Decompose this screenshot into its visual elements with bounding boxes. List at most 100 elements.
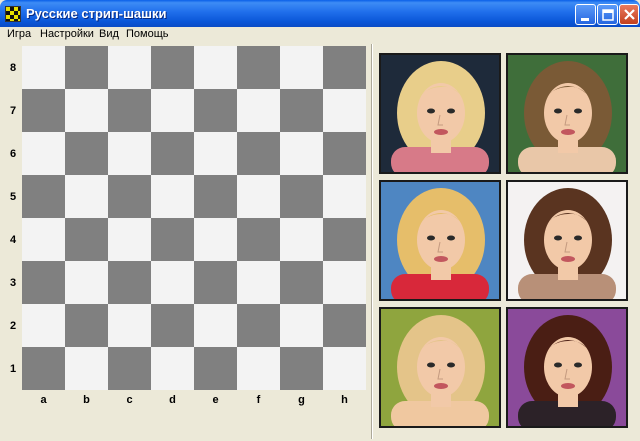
square-d5[interactable] bbox=[151, 175, 194, 218]
menu-game[interactable]: Игра bbox=[7, 28, 31, 40]
close-icon bbox=[624, 9, 635, 20]
square-a4[interactable] bbox=[22, 218, 65, 261]
square-e1[interactable] bbox=[194, 347, 237, 390]
square-g4[interactable] bbox=[280, 218, 323, 261]
square-a2[interactable] bbox=[22, 304, 65, 347]
file-label: b bbox=[83, 394, 90, 406]
square-f1[interactable] bbox=[237, 347, 280, 390]
panel-divider bbox=[371, 44, 373, 439]
square-a5[interactable] bbox=[22, 175, 65, 218]
rank-label: 1 bbox=[9, 363, 17, 375]
square-f5[interactable] bbox=[237, 175, 280, 218]
square-e2[interactable] bbox=[194, 304, 237, 347]
portrait-photo bbox=[379, 307, 501, 428]
square-d4[interactable] bbox=[151, 218, 194, 261]
menu-help[interactable]: Помощь bbox=[126, 28, 169, 40]
window-title: Русские стрип-шашки bbox=[26, 6, 167, 21]
square-g8[interactable] bbox=[280, 46, 323, 89]
square-d6[interactable] bbox=[151, 132, 194, 175]
square-c1[interactable] bbox=[108, 347, 151, 390]
square-e6[interactable] bbox=[194, 132, 237, 175]
square-b8[interactable] bbox=[65, 46, 108, 89]
square-h3[interactable] bbox=[323, 261, 366, 304]
square-e3[interactable] bbox=[194, 261, 237, 304]
square-a8[interactable] bbox=[22, 46, 65, 89]
square-a7[interactable] bbox=[22, 89, 65, 132]
square-b4[interactable] bbox=[65, 218, 108, 261]
square-b5[interactable] bbox=[65, 175, 108, 218]
square-b6[interactable] bbox=[65, 132, 108, 175]
square-d8[interactable] bbox=[151, 46, 194, 89]
file-label: e bbox=[212, 394, 219, 406]
square-c3[interactable] bbox=[108, 261, 151, 304]
square-d7[interactable] bbox=[151, 89, 194, 132]
file-label: h bbox=[341, 394, 348, 406]
square-g6[interactable] bbox=[280, 132, 323, 175]
file-label: a bbox=[40, 394, 47, 406]
rank-label: 6 bbox=[9, 148, 17, 160]
close-button[interactable] bbox=[619, 4, 639, 25]
square-e4[interactable] bbox=[194, 218, 237, 261]
square-b3[interactable] bbox=[65, 261, 108, 304]
menu-view[interactable]: Вид bbox=[99, 28, 119, 40]
rank-label: 5 bbox=[9, 191, 17, 203]
app-window: Русские стрип-шашки Игра Настройки Вид П… bbox=[0, 0, 640, 441]
checkers-board[interactable] bbox=[22, 46, 366, 390]
square-b2[interactable] bbox=[65, 304, 108, 347]
square-b7[interactable] bbox=[65, 89, 108, 132]
square-g2[interactable] bbox=[280, 304, 323, 347]
checkers-app-icon[interactable] bbox=[5, 6, 21, 22]
square-h4[interactable] bbox=[323, 218, 366, 261]
square-g3[interactable] bbox=[280, 261, 323, 304]
title-bar[interactable]: Русские стрип-шашки bbox=[0, 0, 640, 27]
square-d2[interactable] bbox=[151, 304, 194, 347]
square-h5[interactable] bbox=[323, 175, 366, 218]
square-f8[interactable] bbox=[237, 46, 280, 89]
portrait-photo bbox=[379, 180, 501, 301]
menu-settings[interactable]: Настройки bbox=[40, 28, 94, 40]
portrait-photo bbox=[379, 53, 501, 174]
portrait-photo bbox=[506, 53, 628, 174]
minimize-button[interactable] bbox=[575, 4, 596, 25]
square-g7[interactable] bbox=[280, 89, 323, 132]
square-h7[interactable] bbox=[323, 89, 366, 132]
portrait-photo bbox=[506, 180, 628, 301]
square-a1[interactable] bbox=[22, 347, 65, 390]
square-f3[interactable] bbox=[237, 261, 280, 304]
file-label: f bbox=[256, 394, 261, 406]
square-h6[interactable] bbox=[323, 132, 366, 175]
square-a6[interactable] bbox=[22, 132, 65, 175]
square-c5[interactable] bbox=[108, 175, 151, 218]
square-c6[interactable] bbox=[108, 132, 151, 175]
square-e8[interactable] bbox=[194, 46, 237, 89]
square-c7[interactable] bbox=[108, 89, 151, 132]
square-h1[interactable] bbox=[323, 347, 366, 390]
square-a3[interactable] bbox=[22, 261, 65, 304]
square-e5[interactable] bbox=[194, 175, 237, 218]
rank-label: 2 bbox=[9, 320, 17, 332]
file-label: d bbox=[169, 394, 176, 406]
rank-label: 4 bbox=[9, 234, 17, 246]
rank-label: 7 bbox=[9, 105, 17, 117]
minimize-icon bbox=[581, 18, 589, 21]
square-c8[interactable] bbox=[108, 46, 151, 89]
square-g1[interactable] bbox=[280, 347, 323, 390]
menu-bar: Игра Настройки Вид Помощь bbox=[0, 27, 640, 43]
square-b1[interactable] bbox=[65, 347, 108, 390]
square-h2[interactable] bbox=[323, 304, 366, 347]
square-g5[interactable] bbox=[280, 175, 323, 218]
maximize-icon bbox=[602, 9, 614, 21]
square-f2[interactable] bbox=[237, 304, 280, 347]
square-c2[interactable] bbox=[108, 304, 151, 347]
rank-label: 3 bbox=[9, 277, 17, 289]
square-d3[interactable] bbox=[151, 261, 194, 304]
maximize-button[interactable] bbox=[597, 4, 618, 25]
square-f6[interactable] bbox=[237, 132, 280, 175]
square-f7[interactable] bbox=[237, 89, 280, 132]
square-h8[interactable] bbox=[323, 46, 366, 89]
square-d1[interactable] bbox=[151, 347, 194, 390]
square-f4[interactable] bbox=[237, 218, 280, 261]
square-c4[interactable] bbox=[108, 218, 151, 261]
square-e7[interactable] bbox=[194, 89, 237, 132]
board-panel: 8 7 6 5 4 3 2 1 a b c d e f g h bbox=[2, 43, 370, 439]
